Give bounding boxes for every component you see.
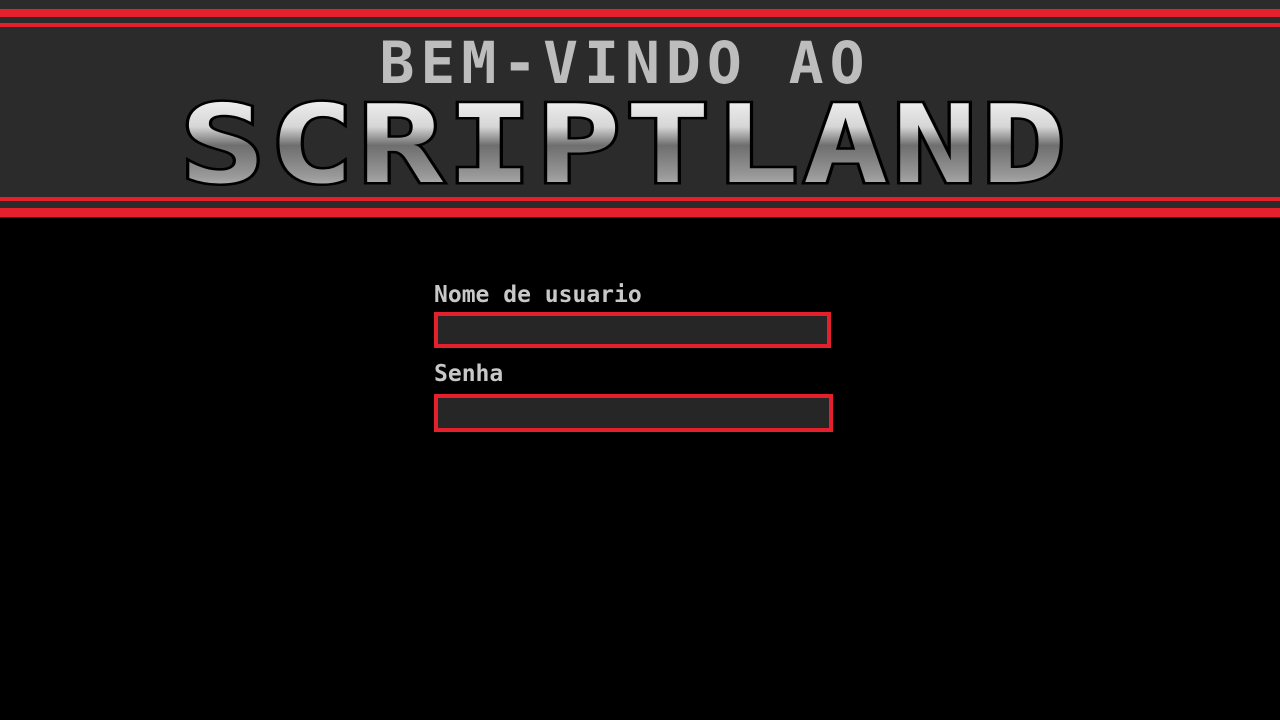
scriptland-logo: SCRIPTLAND — [178, 98, 1070, 192]
login-page: BEM-VINDO AO SCRIPTLAND Nome de usuario … — [0, 0, 1280, 720]
logo-wordmark: SCRIPTLAND — [180, 98, 1070, 192]
bottom-red-stripe — [0, 208, 1280, 217]
password-label: Senha — [434, 361, 504, 387]
username-label: Nome de usuario — [434, 282, 642, 308]
top-red-stripe-thin — [0, 23, 1280, 27]
bottom-red-stripe-thin — [0, 197, 1280, 201]
username-input[interactable] — [434, 312, 831, 348]
header-banner: BEM-VINDO AO SCRIPTLAND — [0, 0, 1280, 218]
top-red-stripe — [0, 9, 1280, 17]
password-input[interactable] — [434, 394, 833, 432]
welcome-heading: BEM-VINDO AO — [379, 29, 871, 97]
